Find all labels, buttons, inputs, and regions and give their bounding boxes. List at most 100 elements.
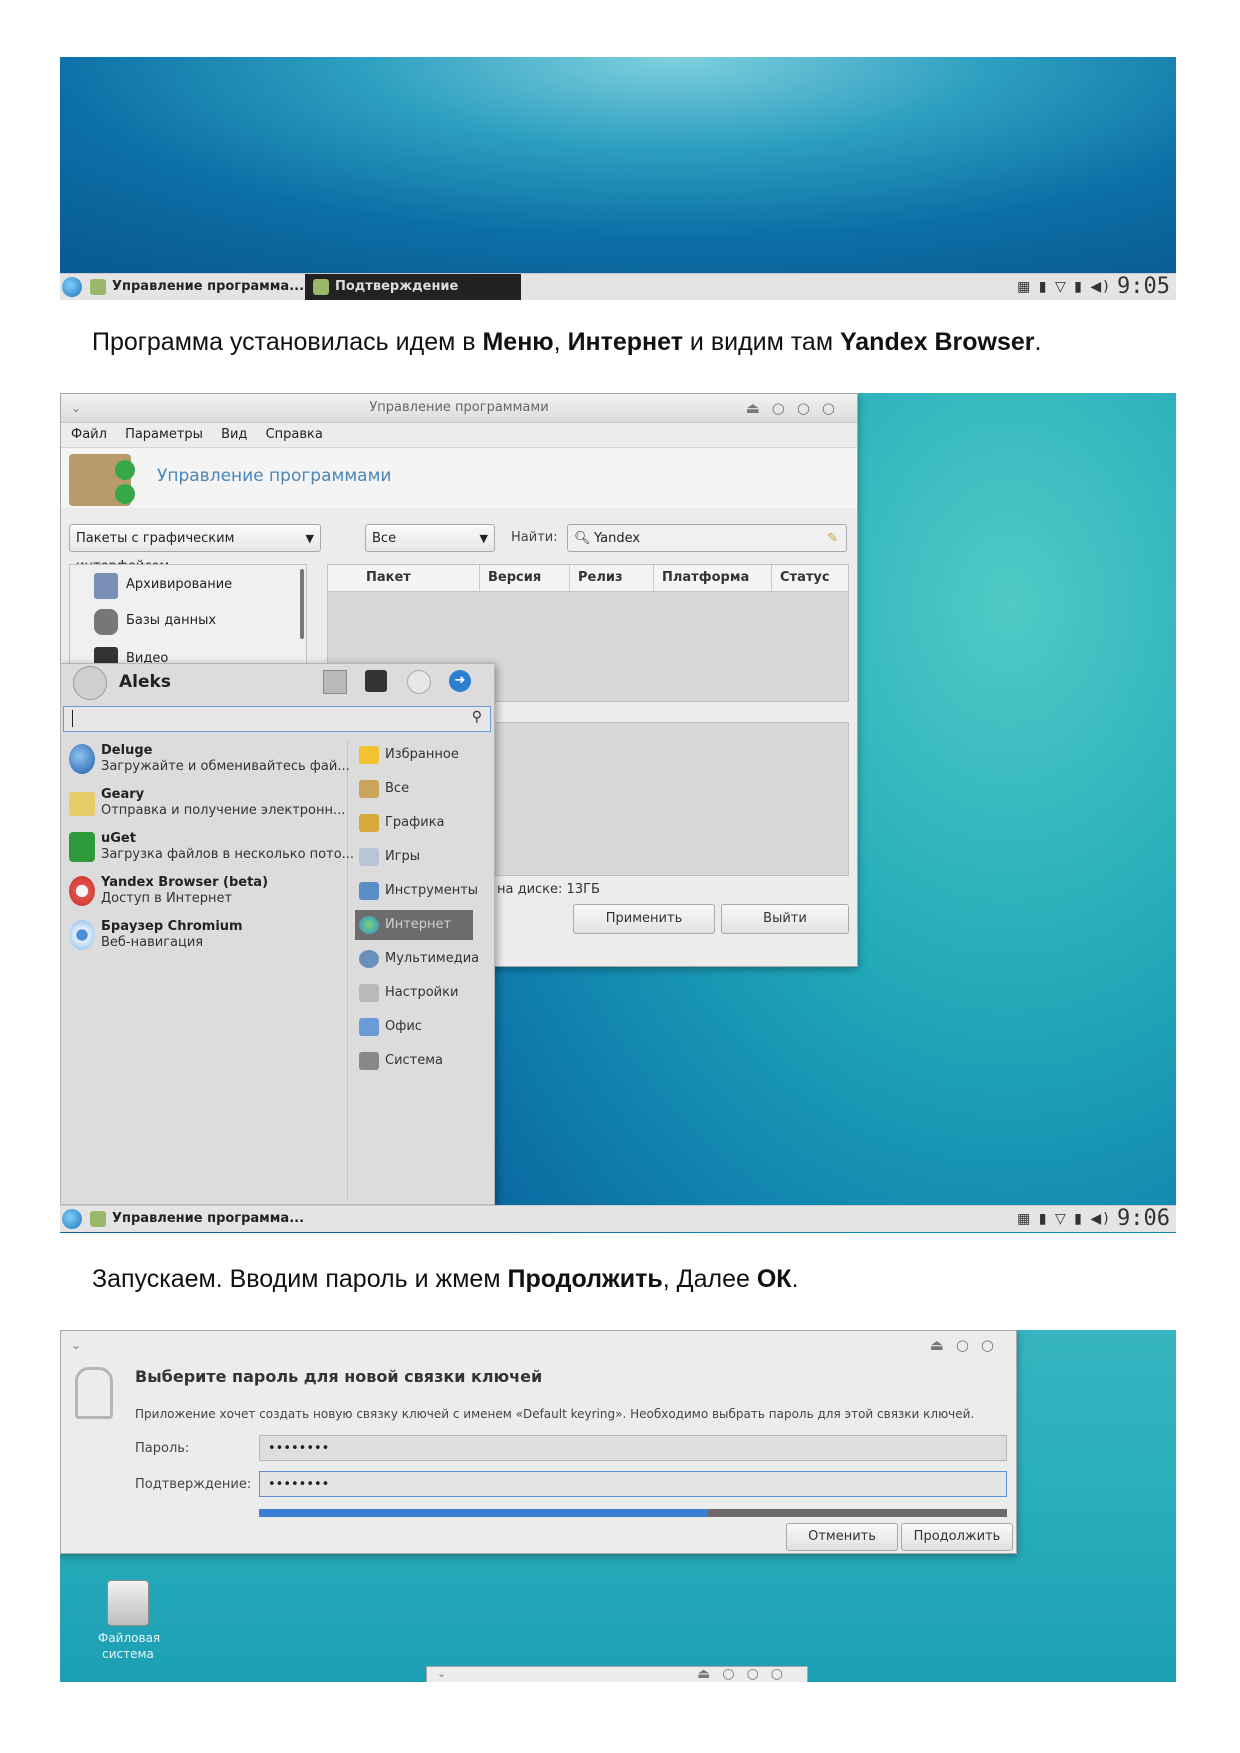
continue-button[interactable]: Продолжить: [901, 1523, 1013, 1551]
user-name: Aleks: [119, 672, 171, 692]
globe-icon: [359, 916, 379, 934]
system-tray: ▦ ▮ ▽ ▮ ◀) 9:06: [1017, 1206, 1170, 1232]
category-all[interactable]: Все: [355, 774, 473, 804]
graphics-icon: [359, 814, 379, 832]
menu-file[interactable]: Файл: [71, 427, 107, 442]
tray-icons[interactable]: ▦ ▮ ▽ ▮ ◀): [1017, 1211, 1110, 1227]
package-filter-dropdown[interactable]: Пакеты с графическим интерфейсом▼: [69, 524, 321, 574]
column-version[interactable]: Версия: [480, 565, 570, 591]
system-icon: [359, 1052, 379, 1070]
confirm-password-field[interactable]: ••••••••: [259, 1471, 1007, 1497]
hard-drive-icon: [107, 1580, 149, 1626]
category-office[interactable]: Офис: [355, 1012, 473, 1042]
menu-parameters[interactable]: Параметры: [125, 427, 203, 442]
table-header: Пакет Версия Релиз Платформа Статус: [328, 565, 848, 592]
caption-2: Запускаем. Вводим пароль и жмем Продолжи…: [92, 1265, 799, 1293]
app-item-chromium[interactable]: Браузер Chromium Веб-навигация: [63, 916, 347, 956]
window-controls[interactable]: ⏏○○: [930, 1331, 1006, 1359]
logout-icon[interactable]: ➜: [449, 670, 471, 692]
category-item-archiving[interactable]: Архивирование: [70, 571, 290, 601]
category-games[interactable]: Игры: [355, 842, 473, 872]
office-icon: [359, 1018, 379, 1036]
taskbar-item-confirmation[interactable]: Подтверждение: [305, 274, 521, 300]
confirm-label: Подтверждение:: [135, 1477, 252, 1492]
start-menu-icon[interactable]: [62, 277, 82, 297]
screenshot-start-menu: ⌄ Управление программами ⏏○○○ Файл Парам…: [60, 393, 1176, 1233]
gamepad-icon: [359, 848, 379, 866]
geary-mail-icon: [69, 792, 95, 816]
chromium-icon: [69, 920, 95, 950]
find-label: Найти:: [511, 530, 558, 545]
window-title: Управление программами: [369, 400, 549, 415]
app-item-geary[interactable]: Geary Отправка и получение электронн...: [63, 784, 347, 824]
taskbar-item-software-manager[interactable]: Управление программа...: [82, 1206, 332, 1232]
category-favorites[interactable]: Избранное: [355, 740, 473, 770]
category-graphics[interactable]: Графика: [355, 808, 473, 838]
cancel-button[interactable]: Отменить: [786, 1523, 898, 1551]
app-header-title: Управление программами: [157, 466, 392, 486]
all-apps-icon: [359, 780, 379, 798]
column-status[interactable]: Статус: [772, 565, 848, 591]
app-item-deluge[interactable]: Deluge Загружайте и обменивайтесь фай...: [63, 740, 350, 780]
app-item-uget[interactable]: uGet Загрузка файлов в несколько пото...: [63, 828, 354, 868]
menu-search-input[interactable]: ⚲: [63, 706, 491, 732]
deluge-icon: [69, 744, 95, 774]
password-field[interactable]: ••••••••: [259, 1435, 1007, 1461]
column-platform[interactable]: Платформа: [654, 565, 772, 591]
category-multimedia[interactable]: Мультимедиа: [355, 944, 479, 974]
search-icon: ⚲: [471, 709, 482, 725]
software-manager-logo-icon: [69, 454, 135, 506]
switch-user-icon[interactable]: [407, 670, 431, 694]
chevron-down-icon: ▼: [305, 532, 314, 545]
clear-search-icon[interactable]: ✎: [827, 525, 838, 553]
archive-icon: [94, 573, 118, 599]
category-system[interactable]: Система: [355, 1046, 473, 1076]
password-strength-fill: [259, 1509, 708, 1517]
window-controls[interactable]: ⏏○○○: [746, 394, 847, 422]
app-item-yandex-browser[interactable]: Yandex Browser (beta) Доступ в Интернет: [63, 872, 347, 912]
window-menu-icon[interactable]: ⌄: [71, 394, 81, 422]
app-list: Deluge Загружайте и обменивайтесь фай...…: [63, 740, 354, 1200]
window-controls[interactable]: ⏏○○○: [697, 1666, 795, 1682]
dialog-titlebar[interactable]: ⌄ ⏏○○: [61, 1331, 1016, 1359]
window-menu-icon[interactable]: ⌄: [437, 1667, 446, 1680]
start-menu: Aleks ➜ ⚲ Deluge Загружайте и обменивайт…: [60, 663, 495, 1205]
dialog-message: Приложение хочет создать новую связку кл…: [135, 1407, 975, 1421]
column-release[interactable]: Релиз: [570, 565, 654, 591]
category-item-databases[interactable]: Базы данных: [70, 607, 290, 637]
search-input[interactable]: 🔍︎ Yandex ✎: [567, 524, 847, 552]
keys-icon: [75, 1367, 113, 1419]
settings-icon: [359, 984, 379, 1002]
confirmation-icon: [313, 279, 329, 295]
clock[interactable]: 9:05: [1117, 274, 1170, 299]
taskbar: Управление программа... Подтверждение ▦ …: [60, 273, 1176, 300]
category-internet[interactable]: Интернет: [355, 910, 473, 940]
system-tray: ▦ ▮ ▽ ▮ ◀) 9:05: [1017, 274, 1170, 300]
apply-button[interactable]: Применить: [573, 904, 715, 934]
headphones-icon: [359, 950, 379, 968]
category-tools[interactable]: Инструменты: [355, 876, 478, 906]
status-filter-dropdown[interactable]: Все ▼: [365, 524, 495, 552]
clock[interactable]: 9:06: [1117, 1206, 1170, 1231]
settings-icon[interactable]: [323, 670, 347, 694]
desktop-icon-filesystem[interactable]: Файловая система: [80, 1580, 176, 1662]
lock-screen-icon[interactable]: [365, 670, 387, 692]
category-settings[interactable]: Настройки: [355, 978, 473, 1008]
search-icon: 🔍︎: [574, 531, 591, 546]
desktop-icon-label: Файловая система: [98, 1631, 161, 1661]
quit-button[interactable]: Выйти: [721, 904, 849, 934]
window-menu-icon[interactable]: ⌄: [71, 1331, 81, 1359]
text-cursor: [72, 710, 73, 727]
software-manager-icon: [90, 279, 106, 295]
menu-help[interactable]: Справка: [266, 427, 323, 442]
uget-icon: [69, 832, 95, 862]
start-menu-icon[interactable]: [62, 1209, 82, 1229]
category-scrollbar[interactable]: [300, 569, 304, 639]
tray-icons[interactable]: ▦ ▮ ▽ ▮ ◀): [1017, 279, 1110, 295]
screenshot-keyring-dialog: ⌄ ⏏○○ Выберите пароль для новой связки к…: [60, 1330, 1176, 1682]
menu-view[interactable]: Вид: [221, 427, 247, 442]
column-package[interactable]: Пакет: [358, 565, 480, 591]
taskbar-item-software-manager[interactable]: Управление программа...: [82, 274, 332, 300]
window-titlebar[interactable]: ⌄ Управление программами ⏏○○○: [61, 394, 857, 423]
tools-icon: [359, 882, 379, 900]
